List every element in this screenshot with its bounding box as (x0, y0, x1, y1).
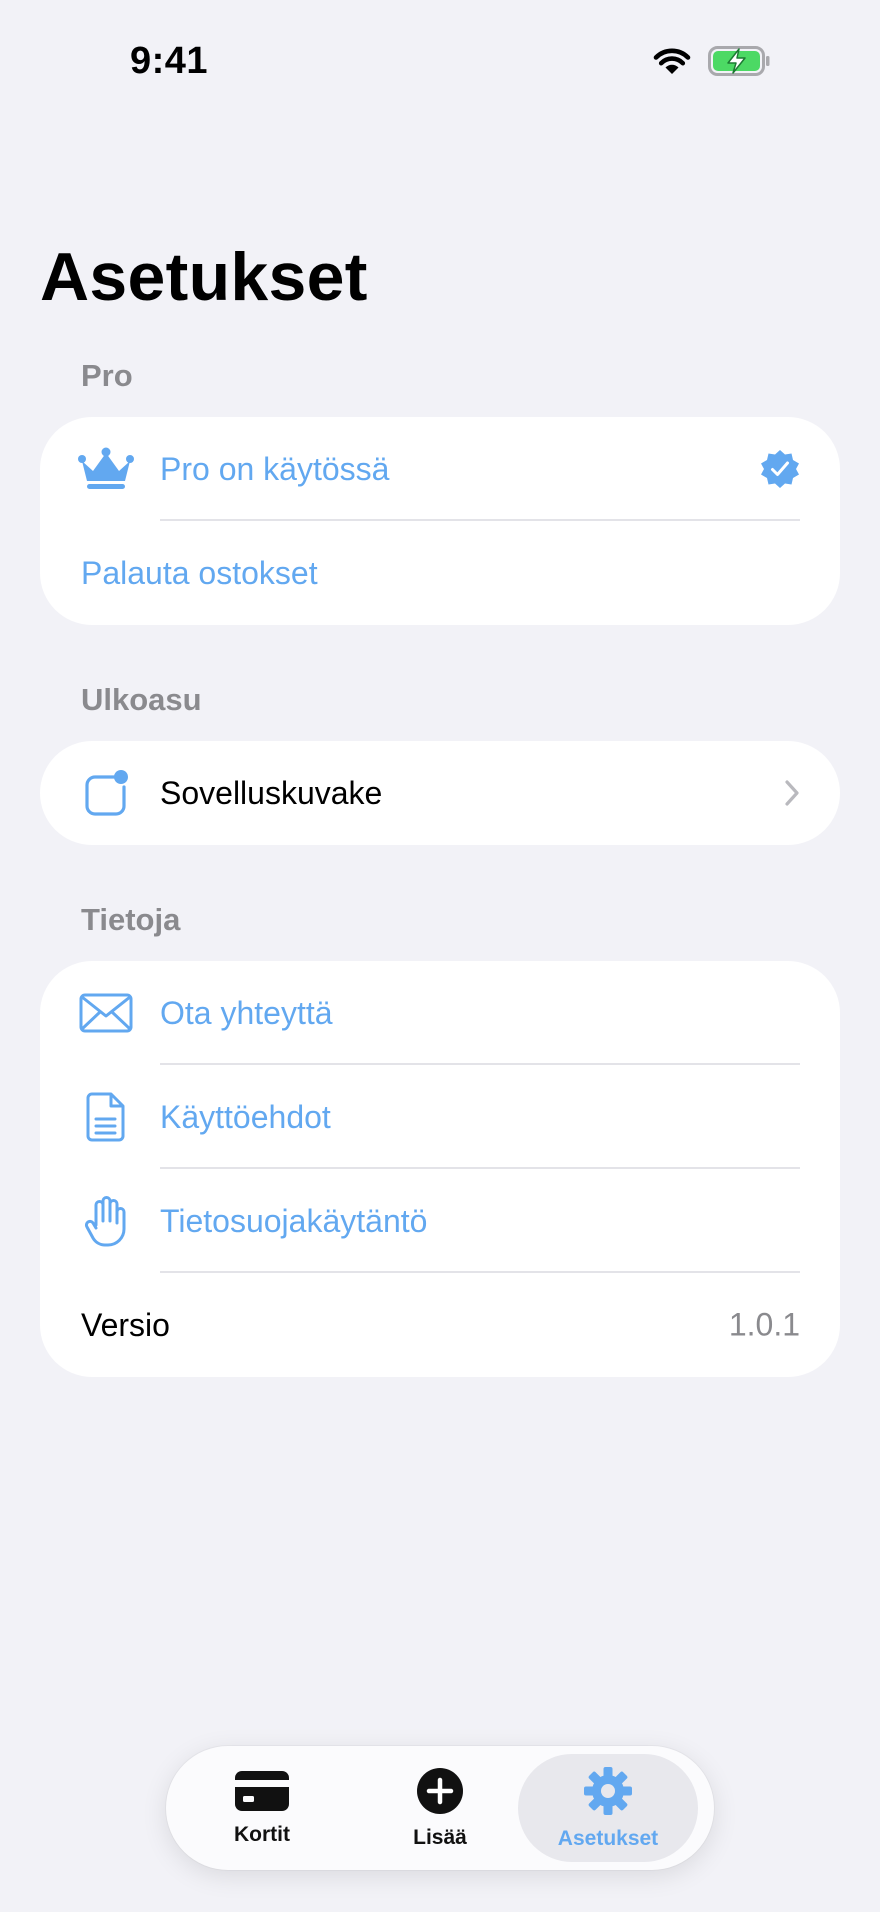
status-bar: 9:41 (0, 0, 880, 130)
tab-add-label: Lisää (413, 1825, 467, 1849)
section-header-info: Tietoja (81, 902, 181, 937)
page-title: Asetukset (40, 239, 368, 315)
terms-row[interactable]: Käyttöehdot (40, 1065, 840, 1169)
terms-label: Käyttöehdot (160, 1098, 331, 1135)
tab-settings-label: Asetukset (557, 1826, 659, 1850)
tab-cards[interactable]: Kortit (172, 1754, 352, 1862)
version-row: Versio 1.0.1 (40, 1273, 840, 1377)
privacy-row[interactable]: Tietosuojakäytäntö (40, 1169, 840, 1273)
section-header-pro: Pro (81, 358, 133, 393)
pro-status-label: Pro on käytössä (160, 450, 390, 487)
version-value: 1.0.1 (728, 1306, 800, 1343)
privacy-label: Tietosuojakäytäntö (160, 1202, 428, 1239)
contact-label: Ota yhteyttä (160, 994, 333, 1031)
app-icon-badge-icon (76, 763, 136, 823)
version-label: Versio (81, 1306, 170, 1343)
restore-purchases-row[interactable]: Palauta ostokset (40, 521, 840, 625)
pro-card: Pro on käytössä Palauta ostokset (40, 417, 840, 625)
document-icon (76, 1087, 136, 1147)
tab-cards-label: Kortit (234, 1822, 290, 1846)
restore-purchases-label: Palauta ostokset (81, 554, 318, 591)
chevron-right-icon (784, 779, 800, 807)
status-icons (652, 46, 770, 81)
pro-status-row[interactable]: Pro on käytössä (40, 417, 840, 521)
contact-row[interactable]: Ota yhteyttä (40, 961, 840, 1065)
app-icon-label: Sovelluskuvake (160, 774, 383, 811)
section-header-appearance: Ulkoasu (81, 682, 202, 717)
status-time: 9:41 (130, 40, 209, 82)
gear-icon (583, 1766, 633, 1821)
hand-raised-icon (76, 1191, 136, 1251)
battery-charging-icon (708, 46, 770, 81)
version-value-container: 1.0.1 (729, 1307, 800, 1344)
appearance-card: Sovelluskuvake (40, 741, 840, 845)
plus-circle-icon (416, 1767, 464, 1820)
wifi-icon (652, 46, 692, 81)
tab-settings[interactable]: Asetukset (518, 1754, 698, 1862)
credit-card-icon (234, 1770, 290, 1817)
info-card: Ota yhteyttä Käyttöehdot Tietosuojakäytä… (40, 961, 840, 1377)
tab-bar: Kortit Lisää Asetukset (166, 1746, 714, 1870)
verified-badge-icon (760, 449, 800, 489)
app-icon-row[interactable]: Sovelluskuvake (40, 741, 840, 845)
envelope-icon (76, 983, 136, 1043)
tab-add[interactable]: Lisää (350, 1754, 530, 1862)
crown-icon (76, 439, 136, 499)
